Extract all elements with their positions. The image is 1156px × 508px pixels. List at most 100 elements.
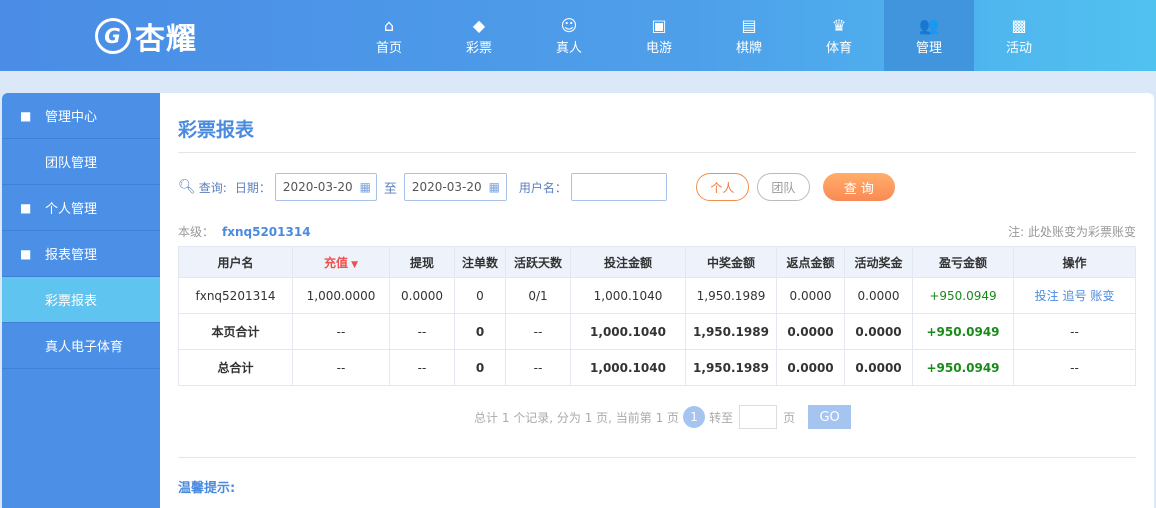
- query-bar: 🔍︎ 查询: 日期： 2020-03-20 ▦ 至 2020-03-20 ▦ 用户名…: [178, 173, 895, 201]
- divider: [178, 457, 1136, 458]
- column-header[interactable]: 充值 ▼: [292, 246, 390, 278]
- sidebar: ■ 管理中心团队管理 ■ 个人管理 ■ 报表管理彩票报表真人电子体育: [2, 93, 160, 508]
- page-label: 页: [783, 410, 796, 425]
- sidebar-item-1[interactable]: 团队管理: [2, 139, 160, 185]
- nav-item-6[interactable]: 👥 管理: [884, 0, 974, 71]
- header-label: 活动奖金: [854, 255, 903, 270]
- table-cell: 0: [454, 349, 506, 386]
- tips-title: 温馨提示:: [178, 481, 236, 496]
- table-row: 总合计 -- -- 0 -- 1,000.1040 1,950.1989 0.0000 0.00…: [178, 349, 1136, 386]
- pager-summary: 总计 1 个记录, 分为 1 页, 当前第 1 页: [474, 410, 680, 425]
- action-link[interactable]: 投注: [1035, 289, 1059, 303]
- header-label: 充值: [323, 255, 348, 270]
- nav-item-2[interactable]: ☺ 真人: [524, 0, 614, 71]
- header-label: 操作: [1062, 255, 1087, 270]
- nav-label: 彩票: [465, 41, 492, 56]
- table-cell: 1,000.1040: [570, 349, 686, 386]
- username-label: 用户名：: [518, 180, 567, 195]
- nav-label: 电游: [645, 41, 672, 56]
- goto-label: 转至: [709, 410, 734, 425]
- personal-button[interactable]: 个人: [695, 173, 749, 201]
- nav-item-0[interactable]: ⌂ 首页: [344, 0, 434, 71]
- header-label: 返点金额: [786, 255, 835, 270]
- level-user[interactable]: fxnq5201314: [222, 225, 311, 239]
- current-level: 本级： fxnq5201314: [178, 223, 311, 240]
- sidebar-item-label: 报表管理: [45, 248, 98, 263]
- sidebar-item-label: 彩票报表: [45, 294, 98, 309]
- sidebar-item-label: 真人电子体育: [45, 340, 124, 355]
- report-table: 用户名 充值 ▼ 提现 注单数 活跃天数 投注金额 中奖金额 返点金额 活动奖金 盈亏金额 操作 fx…: [178, 246, 1136, 386]
- header-label: 活跃天数: [513, 255, 562, 270]
- column-header: 活动奖金: [844, 246, 913, 278]
- sort-down-icon: ▼: [347, 259, 359, 270]
- column-header: 用户名: [178, 246, 293, 278]
- table-cell: 1,000.1040: [570, 277, 686, 314]
- table-row: 本页合计 -- -- 0 -- 1,000.1040 1,950.1989 0.0000 0.0…: [178, 313, 1136, 350]
- nav-label: 管理: [915, 41, 942, 56]
- start-date-input[interactable]: 2020-03-20 ▦: [274, 173, 377, 201]
- end-date-input[interactable]: 2020-03-20 ▦: [403, 173, 507, 201]
- logo[interactable]: G 杏耀: [95, 8, 197, 63]
- column-header: 操作: [1013, 246, 1136, 278]
- table-cell: --: [389, 349, 455, 386]
- team-button[interactable]: 团队: [756, 173, 810, 201]
- action-link[interactable]: 账变: [1090, 289, 1114, 303]
- table-cell: --: [1013, 349, 1136, 386]
- sidebar-item-4[interactable]: 彩票报表: [2, 277, 160, 323]
- table-cell: --: [292, 313, 390, 350]
- table-cell: 0: [454, 313, 506, 350]
- top-header: G 杏耀 ⌂ 首页 ◆ 彩票 ☺ 真人 ▣ 电游 ▤ 棋牌 ♛ 体育 👥 管理 ▩ 活动: [0, 0, 1156, 71]
- sidebar-item-label: 管理中心: [45, 110, 98, 125]
- nav-item-7[interactable]: ▩ 活动: [974, 0, 1064, 71]
- report-icon: ■: [20, 246, 32, 261]
- nav-label: 体育: [825, 41, 852, 56]
- table-cell: --: [292, 349, 390, 386]
- column-header: 返点金额: [776, 246, 845, 278]
- main-nav: ⌂ 首页 ◆ 彩票 ☺ 真人 ▣ 电游 ▤ 棋牌 ♛ 体育 👥 管理 ▩ 活动: [344, 0, 1064, 71]
- page-title: 彩票报表: [178, 119, 255, 141]
- go-button[interactable]: GO: [808, 405, 852, 429]
- nav-item-3[interactable]: ▣ 电游: [614, 0, 704, 71]
- sidebar-item-2[interactable]: ■ 个人管理: [2, 185, 160, 231]
- header-label: 盈亏金额: [938, 255, 987, 270]
- sidebar-item-3[interactable]: ■ 报表管理: [2, 231, 160, 277]
- nav-item-1[interactable]: ◆ 彩票: [434, 0, 524, 71]
- users-icon: ■: [20, 108, 32, 123]
- table-cell: 0.0000: [776, 277, 845, 314]
- table-cell: 1,950.1989: [685, 349, 777, 386]
- sidebar-item-0[interactable]: ■ 管理中心: [2, 93, 160, 139]
- table-cell: 1,000.1040: [570, 313, 686, 350]
- table-cell: 本页合计: [178, 313, 293, 350]
- gift-icon: ▩: [1011, 16, 1027, 35]
- page-input[interactable]: [739, 405, 778, 429]
- query-button[interactable]: 查 询: [822, 173, 895, 201]
- table-cell: 0/1: [505, 277, 571, 314]
- logo-text: 杏耀: [135, 21, 197, 57]
- table-row: fxnq5201314 1,000.0000 0.0000 0 0/1 1,000.104…: [178, 277, 1136, 314]
- table-cell: 投注 追号 账变: [1013, 277, 1136, 314]
- header-label: 用户名: [217, 255, 254, 270]
- column-header: 投注金额: [570, 246, 686, 278]
- table-cell: 0.0000: [844, 277, 913, 314]
- table-cell: 0.0000: [776, 349, 845, 386]
- header-label: 注单数: [461, 255, 498, 270]
- sidebar-item-label: 团队管理: [45, 156, 98, 171]
- column-header: 中奖金额: [685, 246, 777, 278]
- nav-item-5[interactable]: ♛ 体育: [794, 0, 884, 71]
- calendar-icon: ▦: [359, 180, 371, 194]
- nav-label: 棋牌: [735, 41, 762, 56]
- table-cell: --: [505, 313, 571, 350]
- logo-crest-icon: G: [95, 17, 131, 54]
- page-1-button[interactable]: 1: [683, 406, 706, 428]
- date-label: 日期：: [234, 180, 271, 195]
- nav-item-4[interactable]: ▤ 棋牌: [704, 0, 794, 71]
- start-date-value: 2020-03-20: [282, 180, 353, 194]
- table-cell: 0.0000: [844, 349, 913, 386]
- sidebar-item-5[interactable]: 真人电子体育: [2, 323, 160, 369]
- query-label: 查询:: [198, 180, 227, 195]
- action-link[interactable]: 追号: [1062, 289, 1086, 303]
- header-label: 提现: [409, 255, 434, 270]
- table-cell: fxnq5201314: [178, 277, 293, 314]
- table-cell: 1,950.1989: [685, 313, 777, 350]
- username-input[interactable]: [570, 173, 667, 201]
